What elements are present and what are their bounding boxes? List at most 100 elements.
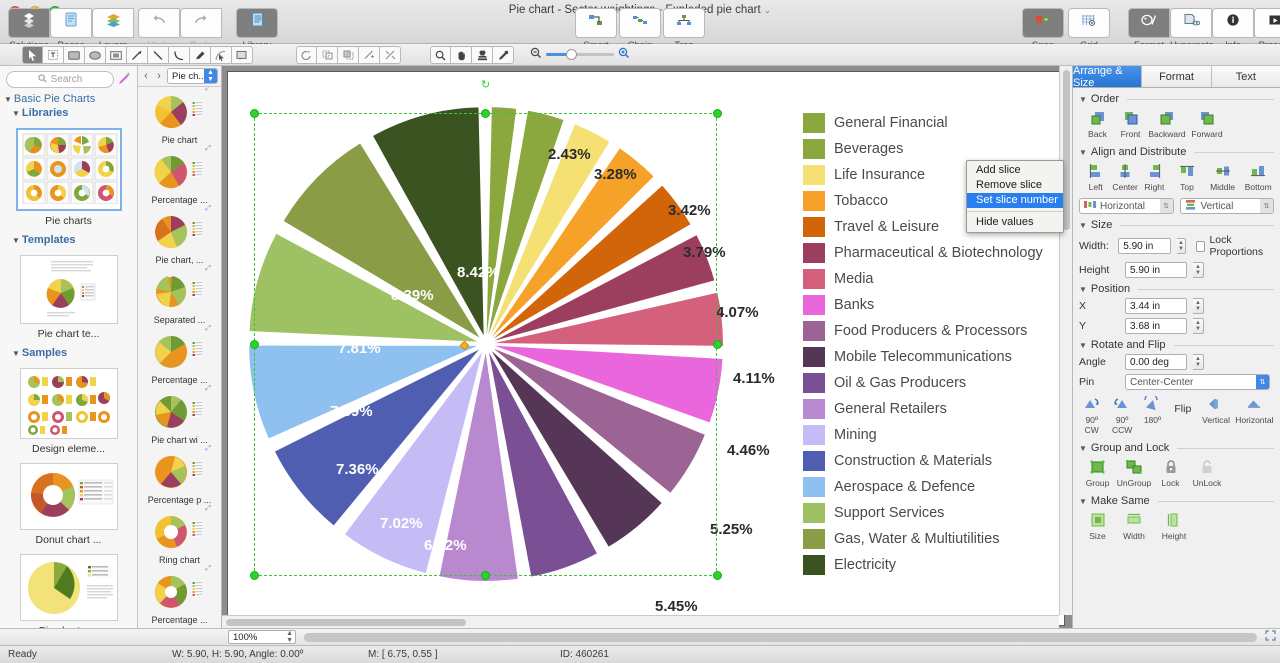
list-item[interactable]: ⤢ Percentage ... — [138, 145, 221, 207]
lock-button[interactable]: Lock — [1154, 457, 1187, 488]
chevron-right-icon[interactable]: › — [154, 70, 164, 82]
node-edit-tool-button[interactable] — [211, 46, 232, 64]
legend-item[interactable]: General Financial — [803, 110, 1043, 136]
context-menu-item-remove-slice[interactable]: Remove slice — [967, 178, 1063, 193]
library-section-libraries[interactable]: ▼ Libraries — [0, 106, 137, 120]
distribute-vertical-select[interactable]: Vertical ⇅ — [1179, 198, 1274, 214]
pin-select[interactable]: Center-Center ⇅ — [1125, 374, 1270, 390]
tab-format[interactable]: Format — [1142, 66, 1212, 87]
document-selector-stepper-icon[interactable]: ▲ ▼ — [204, 69, 217, 83]
stepper-icon[interactable]: ⇅ — [1260, 199, 1273, 213]
present-button[interactable] — [1254, 8, 1280, 38]
split-tool-button[interactable] — [359, 46, 380, 64]
section-size[interactable]: ▼ Size — [1073, 216, 1280, 232]
scrollbar-thumb[interactable] — [1063, 70, 1070, 230]
height-stepper[interactable]: ▲ ▼ — [1193, 262, 1204, 278]
curve-tool-button[interactable] — [169, 46, 190, 64]
grid-button[interactable] — [1068, 8, 1110, 38]
layers-button[interactable] — [92, 8, 134, 38]
selection-handle-bottom-left[interactable] — [250, 571, 259, 580]
document-selector[interactable]: Pie ch... ▲ ▼ — [167, 68, 218, 84]
selection-handle-top-center[interactable] — [481, 109, 490, 118]
legend-item[interactable]: Pharmaceutical & Biotechnology — [803, 240, 1043, 266]
canvas-area[interactable]: ↻ 2.43% 3.28% 3.42% 3.79% 4.07% 4.11% 4.… — [222, 66, 1072, 628]
position-x-stepper[interactable]: ▲ ▼ — [1193, 298, 1204, 314]
tab-arrange-and-size[interactable]: Arrange & Size — [1073, 66, 1143, 89]
subtract-tool-button[interactable] — [338, 46, 359, 64]
undo-button[interactable] — [138, 8, 180, 38]
tree-connector-button[interactable] — [663, 8, 705, 38]
list-item[interactable]: ⤢ Percentage ... — [138, 565, 221, 627]
redo-button[interactable] — [180, 8, 222, 38]
context-menu[interactable]: Add slice Remove slice Set slice number … — [966, 160, 1064, 233]
width-stepper[interactable]: ▲ ▼ — [1176, 238, 1187, 254]
selection-handle-middle-left[interactable] — [250, 340, 259, 349]
rotate-180-button[interactable]: 180º — [1139, 394, 1166, 435]
arrow-tool-button[interactable] — [127, 46, 148, 64]
selection-handle-bottom-center[interactable] — [481, 571, 490, 580]
align-bottom-button[interactable]: Bottom — [1240, 161, 1276, 192]
title-chevron-icon[interactable]: ⌄ — [764, 5, 772, 15]
zoom-tool-button[interactable] — [430, 46, 451, 64]
smart-connector-button[interactable] — [575, 8, 617, 38]
snap-button[interactable] — [1022, 8, 1064, 38]
position-y-input[interactable]: 3.68 in — [1125, 318, 1187, 334]
rotate-ccw-button[interactable]: 90º CCW — [1105, 394, 1138, 435]
rotate-tool-button[interactable] — [296, 46, 317, 64]
library-group-basic-pie-charts[interactable]: ▼ Basic Pie Charts — [0, 92, 137, 106]
stepper-icon[interactable]: ⇅ — [1159, 199, 1173, 213]
width-input[interactable]: 5.90 in — [1118, 238, 1171, 254]
chevron-left-icon[interactable]: ‹ — [141, 70, 151, 82]
height-input[interactable]: 5.90 in — [1125, 262, 1187, 278]
context-menu-item-set-slice-number[interactable]: Set slice number — [967, 193, 1063, 208]
section-order[interactable]: ▼ Order — [1073, 90, 1280, 106]
section-rotate-and-flip[interactable]: ▼ Rotate and Flip — [1073, 336, 1280, 352]
zoom-stepper-icon[interactable]: ▲ ▼ — [286, 630, 293, 644]
document-horizontal-scrollbar[interactable] — [304, 632, 1257, 642]
legend-item[interactable]: General Retailers — [803, 396, 1043, 422]
legend-item[interactable]: Support Services — [803, 500, 1043, 526]
flip-vertical-button[interactable]: Vertical — [1199, 394, 1232, 435]
list-item[interactable]: ⤢ Pie chart — [138, 87, 221, 147]
list-item[interactable]: ⤢ Percentage ... — [138, 325, 221, 387]
send-backward-button[interactable]: Backward — [1147, 108, 1187, 139]
legend-item[interactable]: Mobile Telecommunications — [803, 344, 1043, 370]
rotation-handle[interactable]: ↻ — [481, 78, 490, 91]
section-align-and-distribute[interactable]: ▼ Align and Distribute — [1073, 143, 1280, 159]
same-height-button[interactable]: Height — [1154, 510, 1194, 541]
list-item[interactable]: ⤢ Pie chart, ... — [138, 205, 221, 267]
canvas-horizontal-scrollbar[interactable] — [222, 615, 1059, 628]
position-y-stepper[interactable]: ▲ ▼ — [1193, 318, 1204, 334]
flip-horizontal-button[interactable]: Horizontal — [1233, 394, 1276, 435]
text-tool-button[interactable] — [43, 46, 64, 64]
chain-connector-button[interactable] — [619, 8, 661, 38]
pages-button[interactable] — [50, 8, 92, 38]
angle-input[interactable]: 0.00 deg — [1125, 354, 1187, 370]
frame-tool-button[interactable] — [106, 46, 127, 64]
line-tool-button[interactable] — [148, 46, 169, 64]
selection-handle-top-right[interactable] — [713, 109, 722, 118]
align-left-button[interactable]: Left — [1081, 161, 1110, 192]
legend-item[interactable]: Mining — [803, 422, 1043, 448]
tab-text[interactable]: Text — [1211, 66, 1280, 87]
legend-item[interactable]: Food Producers & Processors — [803, 318, 1043, 344]
library-item-design-elements[interactable]: Design eleme... — [0, 368, 137, 455]
send-to-back-button[interactable]: Back — [1081, 108, 1114, 139]
library-item-donut-chart[interactable]: Donut chart ... — [0, 463, 137, 546]
library-section-templates[interactable]: ▼ Templates — [0, 233, 137, 247]
ungroup-button[interactable]: UnGroup — [1114, 457, 1154, 488]
unlock-button[interactable]: UnLock — [1187, 457, 1227, 488]
callout-tool-button[interactable] — [232, 46, 253, 64]
position-x-input[interactable]: 3.44 in — [1125, 298, 1187, 314]
list-item[interactable]: ⤢ Separated ... — [138, 265, 221, 327]
same-width-button[interactable]: Width — [1114, 510, 1154, 541]
search-input[interactable]: Search — [6, 71, 114, 88]
group-button[interactable]: Group — [1081, 457, 1114, 488]
library-item-pie-chart-template[interactable]: Pie chart te... — [0, 255, 137, 340]
hypernote-button[interactable] — [1170, 8, 1212, 38]
library-item-pie-charts[interactable]: Pie charts — [0, 128, 137, 227]
legend-item[interactable]: Beverages — [803, 136, 1043, 162]
distribute-horizontal-select[interactable]: Horizontal ⇅ — [1079, 198, 1174, 214]
ellipse-tool-button[interactable] — [85, 46, 106, 64]
document-page[interactable]: ↻ 2.43% 3.28% 3.42% 3.79% 4.07% 4.11% 4.… — [227, 71, 1065, 626]
